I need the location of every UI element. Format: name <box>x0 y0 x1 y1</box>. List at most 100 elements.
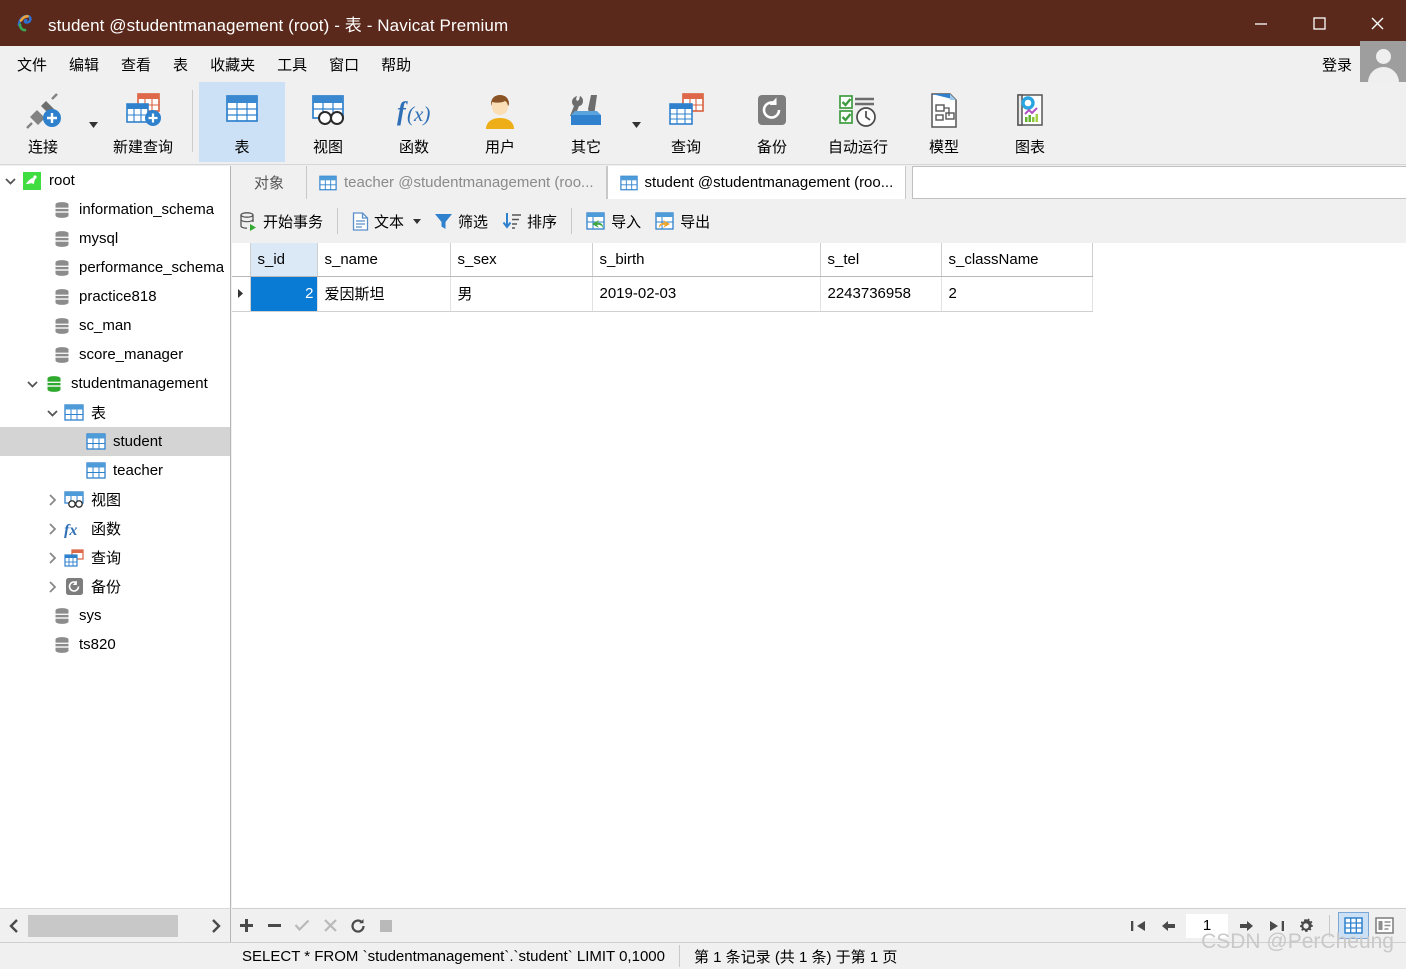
toolbar-chart[interactable]: 图表 <box>987 82 1073 162</box>
export-button[interactable]: 导出 <box>648 208 717 235</box>
menu-tools[interactable]: 工具 <box>266 50 318 79</box>
import-button[interactable]: 导入 <box>579 208 648 235</box>
tree-item-views-folder[interactable]: 视图 <box>0 485 230 514</box>
column-header-s-birth[interactable]: s_birth <box>592 243 821 277</box>
cell-s-name[interactable]: 爱因斯坦 <box>317 276 451 312</box>
chevron-right-icon[interactable] <box>42 493 62 506</box>
chevron-down-icon[interactable] <box>42 409 62 417</box>
maximize-icon[interactable] <box>1290 0 1348 46</box>
object-tree-sidebar[interactable]: root information_schema mysql performanc… <box>0 166 231 908</box>
column-header-s-sex[interactable]: s_sex <box>450 243 593 277</box>
text-button[interactable]: 文本 <box>345 208 411 235</box>
page-number-input[interactable] <box>1186 913 1228 938</box>
first-page-icon[interactable] <box>1123 911 1153 941</box>
column-header-s-tel[interactable]: s_tel <box>820 243 942 277</box>
cell-s-id[interactable]: 2 <box>250 276 318 312</box>
tables-folder-icon <box>62 404 86 421</box>
chevron-down-icon[interactable] <box>0 177 20 185</box>
cancel-change-button[interactable] <box>316 911 344 941</box>
login-link[interactable]: 登录 <box>1322 54 1352 75</box>
tree-item-performance-schema[interactable]: performance_schema <box>0 253 230 282</box>
sort-button[interactable]: 排序 <box>495 208 564 235</box>
tree-item-functions-folder[interactable]: fx 函数 <box>0 514 230 543</box>
close-icon[interactable] <box>1348 0 1406 46</box>
menu-edit[interactable]: 编辑 <box>58 50 110 79</box>
menu-table[interactable]: 表 <box>162 50 199 79</box>
toolbar-other[interactable]: 其它 <box>543 82 629 162</box>
form-view-icon[interactable] <box>1369 912 1400 939</box>
chevron-right-icon[interactable] <box>202 910 230 942</box>
chevron-down-icon[interactable] <box>86 82 100 162</box>
menu-file[interactable]: 文件 <box>6 50 58 79</box>
menu-view[interactable]: 查看 <box>110 50 162 79</box>
chevron-right-icon[interactable] <box>42 580 62 593</box>
tab-label: teacher @studentmanagement (roo... <box>344 174 594 191</box>
chevron-right-icon[interactable] <box>42 522 62 535</box>
table-row[interactable]: 2 爱因斯坦 男 2019-02-03 2243736958 2 <box>232 276 1093 312</box>
tree-item-practice818[interactable]: practice818 <box>0 282 230 311</box>
tree-item-information-schema[interactable]: information_schema <box>0 195 230 224</box>
toolbar-tables[interactable]: 表 <box>199 82 285 162</box>
chevron-down-icon[interactable] <box>629 82 643 162</box>
next-page-icon[interactable] <box>1231 911 1261 941</box>
tree-item-mysql[interactable]: mysql <box>0 224 230 253</box>
add-record-button[interactable] <box>232 911 260 941</box>
filter-button[interactable]: 筛选 <box>427 208 495 235</box>
sidebar-item-teacher[interactable]: teacher <box>0 456 230 485</box>
apply-change-button[interactable] <box>288 911 316 941</box>
delete-record-button[interactable] <box>260 911 288 941</box>
toolbar-label: 用户 <box>484 139 515 156</box>
toolbar-model[interactable]: 模型 <box>901 82 987 162</box>
tree-item-queries-folder[interactable]: 查询 <box>0 543 230 572</box>
sidebar-item-student[interactable]: student <box>0 427 230 456</box>
column-header-s-classname[interactable]: s_className <box>941 243 1093 277</box>
tree-item-score-manager[interactable]: score_manager <box>0 340 230 369</box>
tree-item-sc-man[interactable]: sc_man <box>0 311 230 340</box>
other-tools-icon <box>565 88 607 134</box>
chevron-down-icon[interactable] <box>22 380 42 388</box>
tree-item-root[interactable]: root <box>0 166 230 195</box>
chevron-down-icon[interactable] <box>411 218 427 224</box>
toolbar-automation[interactable]: 自动运行 <box>815 82 901 162</box>
tab-objects[interactable]: 对象 <box>232 166 308 199</box>
toolbar-backup[interactable]: 备份 <box>729 82 815 162</box>
chevron-right-icon[interactable] <box>42 551 62 564</box>
menu-help[interactable]: 帮助 <box>370 50 422 79</box>
data-grid[interactable]: s_id s_name s_sex s_birth s_tel s_classN… <box>232 243 1406 908</box>
last-page-icon[interactable] <box>1261 911 1291 941</box>
menu-favorites[interactable]: 收藏夹 <box>199 50 266 79</box>
grid-view-icon[interactable] <box>1338 912 1369 939</box>
toolbar-users[interactable]: 用户 <box>457 82 543 162</box>
scrollbar-thumb[interactable] <box>28 914 178 937</box>
stop-button[interactable] <box>372 911 400 941</box>
cell-s-classname[interactable]: 2 <box>941 276 1093 312</box>
tab-student[interactable]: student @studentmanagement (roo... <box>606 166 907 199</box>
begin-transaction-button[interactable]: 开始事务 <box>232 208 330 235</box>
column-header-s-name[interactable]: s_name <box>317 243 451 277</box>
gear-icon[interactable] <box>1291 911 1321 941</box>
tree-item-tables-folder[interactable]: 表 <box>0 398 230 427</box>
svg-text:(x): (x) <box>407 102 430 126</box>
minimize-icon[interactable] <box>1232 0 1290 46</box>
cell-s-birth[interactable]: 2019-02-03 <box>592 276 821 312</box>
tree-item-sys[interactable]: sys <box>0 601 230 630</box>
tree-item-ts820[interactable]: ts820 <box>0 630 230 659</box>
toolbar-views[interactable]: 视图 <box>285 82 371 162</box>
tree-item-label: mysql <box>79 230 119 247</box>
toolbar-query[interactable]: 查询 <box>643 82 729 162</box>
tab-teacher[interactable]: teacher @studentmanagement (roo... <box>307 166 607 199</box>
sidebar-horizontal-scrollbar[interactable] <box>0 908 231 942</box>
cell-s-tel[interactable]: 2243736958 <box>820 276 942 312</box>
menu-window[interactable]: 窗口 <box>318 50 370 79</box>
previous-page-icon[interactable] <box>1153 911 1183 941</box>
user-avatar-icon[interactable] <box>1360 41 1406 87</box>
toolbar-new-query[interactable]: 新建查询 <box>100 82 186 162</box>
tree-item-studentmanagement[interactable]: studentmanagement <box>0 369 230 398</box>
toolbar-functions[interactable]: f (x) 函数 <box>371 82 457 162</box>
column-header-s-id[interactable]: s_id <box>250 243 318 277</box>
chevron-left-icon[interactable] <box>0 910 28 942</box>
tree-item-backups-folder[interactable]: 备份 <box>0 572 230 601</box>
cell-s-sex[interactable]: 男 <box>450 276 593 312</box>
refresh-button[interactable] <box>344 911 372 941</box>
toolbar-connection[interactable]: 连接 <box>0 82 86 162</box>
